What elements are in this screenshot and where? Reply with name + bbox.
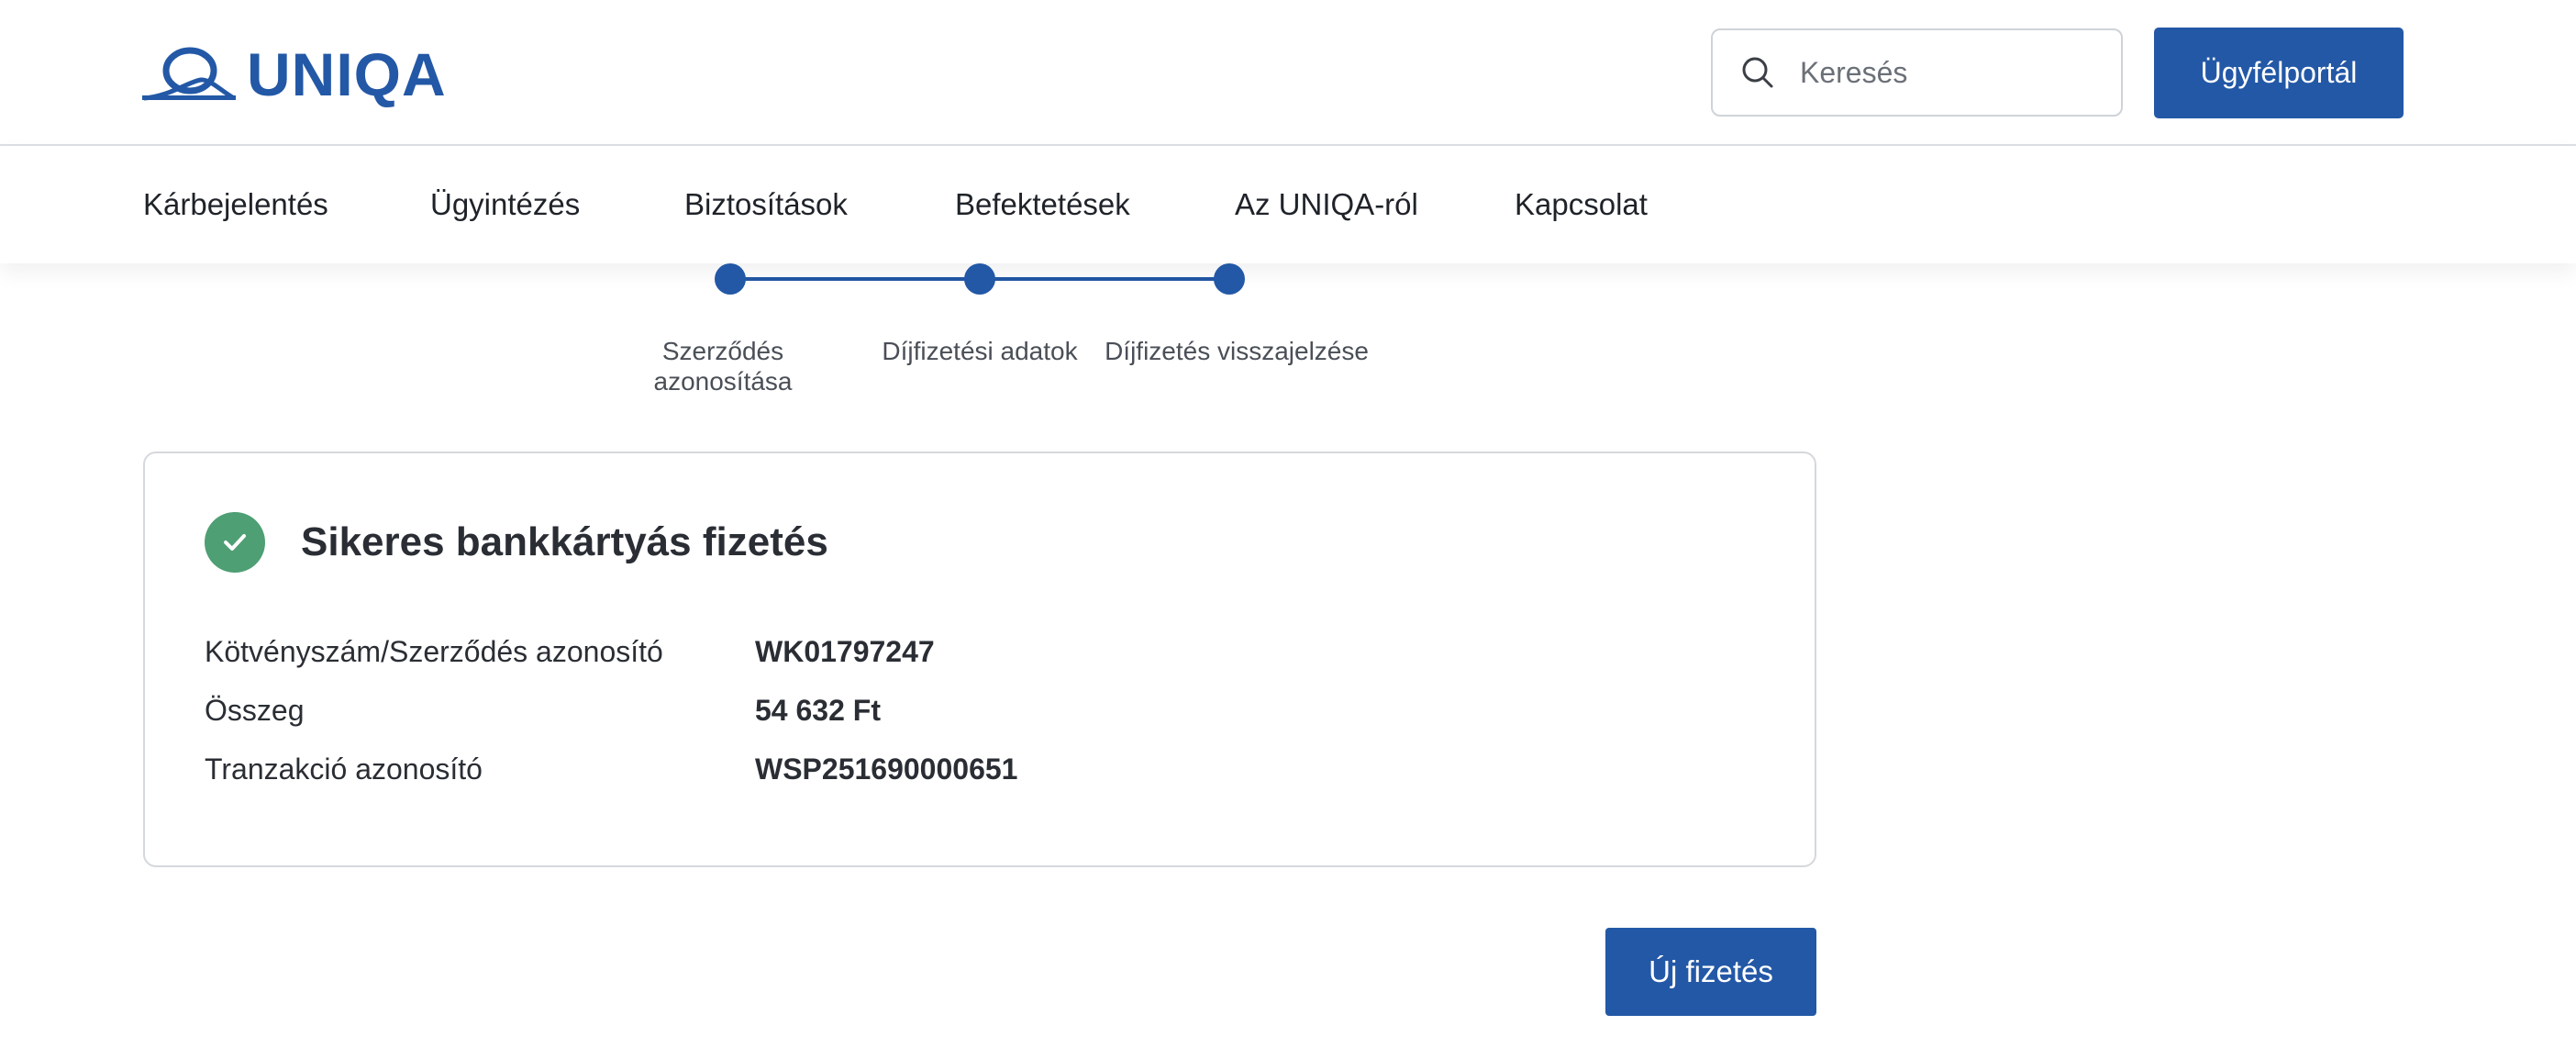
payment-result-card: Sikeres bankkártyás fizetés Kötvényszám/…	[143, 452, 1816, 867]
search-input[interactable]	[1798, 45, 2092, 100]
nav-item-contact[interactable]: Kapcsolat	[1515, 146, 1648, 263]
step-1-label: Szerződés azonosítása	[631, 336, 815, 396]
transaction-id-value: WSP251690000651	[755, 753, 1018, 786]
search-box[interactable]	[1711, 28, 2123, 117]
policy-number-label: Kötvényszám/Szerződés azonosító	[205, 635, 663, 668]
nav-item-insurances[interactable]: Biztosítások	[684, 146, 848, 263]
check-circle-icon	[205, 512, 265, 573]
transaction-id-label: Tranzakció azonosító	[205, 753, 483, 786]
nav-item-about-uniqa[interactable]: Az UNIQA-ról	[1235, 146, 1418, 263]
main-nav: Kárbejelentés Ügyintézés Biztosítások Be…	[0, 146, 2576, 263]
logo-wordmark: UNIQA	[247, 40, 447, 108]
uniqa-logo[interactable]: UNIQA	[142, 42, 447, 106]
step-3-label: Díjfizetés visszajelzése	[1099, 336, 1374, 366]
search-icon[interactable]	[1739, 54, 1776, 91]
nav-item-administration[interactable]: Ügyintézés	[430, 146, 580, 263]
nav-item-investments[interactable]: Befektetések	[955, 146, 1130, 263]
amount-value: 54 632 Ft	[755, 694, 881, 727]
uniqa-logo-mark	[142, 47, 236, 101]
step-2-label-line1: Díjfizetési adatok	[882, 337, 1078, 365]
step-2-label: Díjfizetési adatok	[870, 336, 1090, 366]
step-1-dot	[715, 263, 746, 295]
step-1-label-line1: Szerződés	[661, 337, 784, 365]
result-title: Sikeres bankkártyás fizetés	[301, 519, 828, 564]
new-payment-button[interactable]: Új fizetés	[1605, 928, 1816, 1016]
customer-portal-button[interactable]: Ügyfélportál	[2154, 28, 2404, 118]
nav-item-claims[interactable]: Kárbejelentés	[143, 146, 328, 263]
site-header: UNIQA Ügyfélportál	[0, 0, 2576, 146]
amount-label: Összeg	[205, 694, 305, 727]
policy-number-value: WK01797247	[755, 635, 935, 668]
step-1-label-line2: azonosítása	[653, 367, 793, 396]
step-3-dot	[1214, 263, 1245, 295]
step-3-label-line1: Díjfizetés visszajelzése	[1105, 337, 1369, 365]
step-2-dot	[964, 263, 995, 295]
